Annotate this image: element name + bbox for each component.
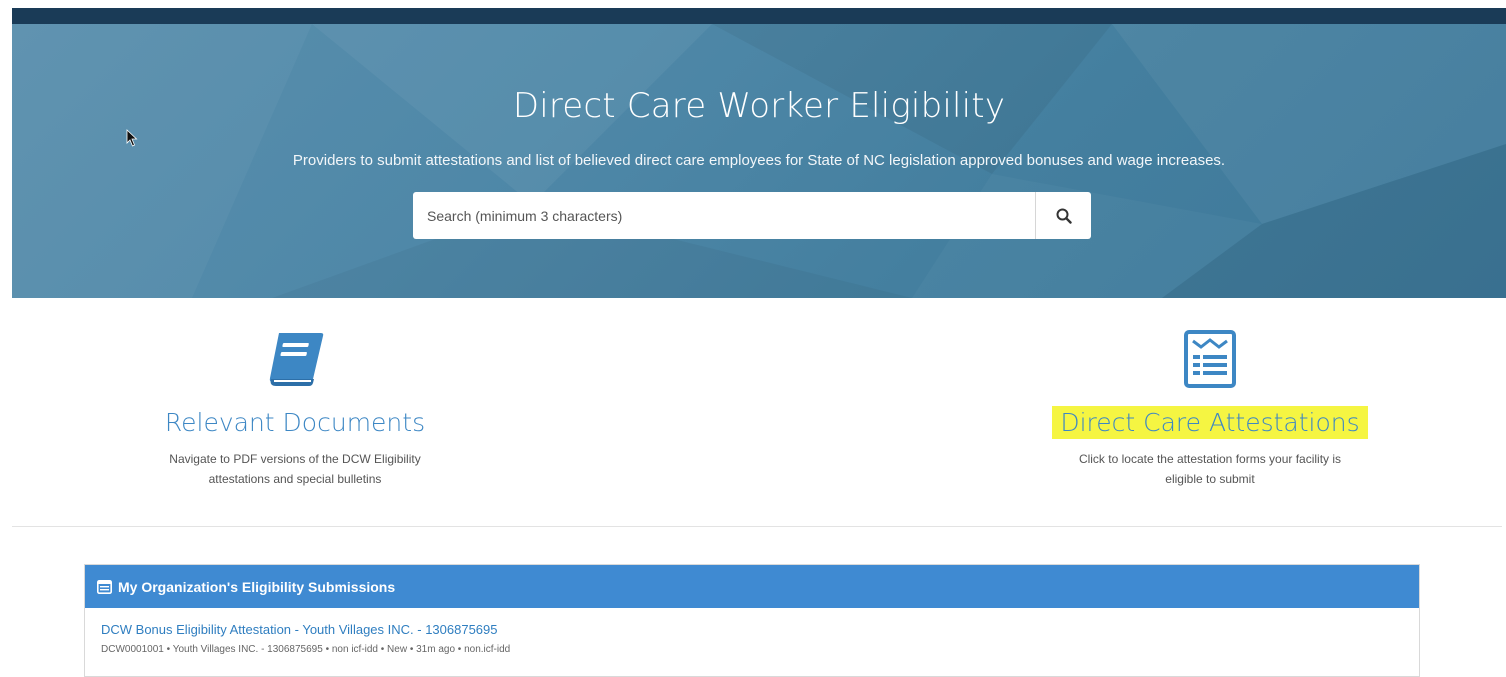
list-item[interactable]: DCW Bonus Eligibility Attestation - Yout…	[85, 608, 1419, 655]
page-subtitle: Providers to submit attestations and lis…	[292, 152, 1226, 169]
panel-header: My Organization's Eligibility Submission…	[85, 565, 1419, 608]
tile-description: Navigate to PDF versions of the DCW Elig…	[169, 452, 421, 486]
mouse-cursor-icon	[126, 129, 138, 147]
hero-banner: Direct Care Worker Eligibility Providers…	[12, 24, 1506, 298]
section-divider	[12, 526, 1502, 527]
search-input[interactable]	[413, 192, 1035, 239]
list-icon	[97, 579, 112, 594]
direct-care-attestations-tile[interactable]: Direct Care Attestations Click to locate…	[1020, 328, 1400, 489]
book-icon	[269, 333, 324, 386]
submission-meta: DCW0001001 • Youth Villages INC. - 13068…	[101, 644, 511, 655]
panel-title: My Organization's Eligibility Submission…	[118, 578, 396, 595]
submissions-panel: My Organization's Eligibility Submission…	[84, 564, 1420, 677]
top-navbar	[12, 8, 1506, 24]
search-bar	[413, 192, 1091, 239]
tile-title[interactable]: Relevant Documents	[157, 406, 433, 439]
search-button[interactable]	[1035, 192, 1091, 239]
submission-link[interactable]: DCW Bonus Eligibility Attestation - Yout…	[101, 622, 498, 637]
relevant-documents-tile[interactable]: Relevant Documents Navigate to PDF versi…	[130, 328, 460, 489]
tile-description: Click to locate the attestation forms yo…	[1078, 452, 1342, 486]
page-title: Direct Care Worker Eligibility	[512, 86, 1006, 126]
search-icon	[1056, 208, 1072, 224]
form-icon	[1184, 330, 1236, 388]
tile-title[interactable]: Direct Care Attestations	[1052, 406, 1368, 439]
